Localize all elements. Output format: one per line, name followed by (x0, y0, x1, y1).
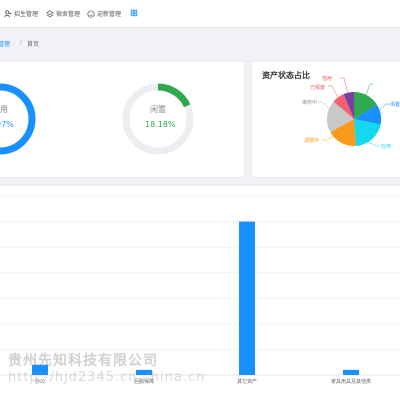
breadcrumb-parent[interactable]: 管理 (0, 39, 10, 48)
gauge-value-idle: 18.18% (145, 120, 176, 129)
breadcrumb-current: 首页 (27, 41, 40, 48)
asset-category-bar-chart: 办公 后勤保障 其它资产 家具用具及其他类 (0, 195, 400, 385)
x-tick-label: 后勤保障 (134, 378, 154, 385)
grid-menu-button[interactable] (130, 9, 138, 17)
nav-item-enrollment[interactable]: 招生管理 (4, 9, 38, 18)
asset-status-pie: 借用 已报废 维修中 调拨中 在用 闲置 (302, 75, 400, 150)
bar-2 (239, 221, 255, 375)
pie-label-idle: 闲置 (390, 101, 400, 108)
bar-0 (32, 364, 48, 375)
gauge-arc-in-use (0, 83, 36, 155)
user-plus-icon (4, 9, 12, 17)
top-navigation: 招生管理 宿舍管理 迎新管理 (0, 0, 400, 28)
x-tick-label: 办公 (35, 378, 45, 385)
breadcrumb-separator: / (20, 39, 23, 46)
pie-label-repair: 维修中 (302, 99, 317, 106)
gauge-value-in-use: 97% (0, 120, 14, 129)
asset-category-chart-card: 办公 后勤保障 其它资产 家具用具及其他类 (0, 186, 400, 400)
nav-item-dormitory-label: 宿舍管理 (56, 11, 81, 18)
x-tick-label: 其它资产 (237, 378, 257, 385)
nav-item-welcome-label: 迎新管理 (97, 11, 122, 18)
pie-label-transfer: 调拨中 (304, 137, 319, 144)
bar-3 (343, 369, 359, 375)
nav-item-dormitory[interactable]: 宿舍管理 (46, 9, 80, 18)
grid-icon (130, 9, 138, 17)
pie-label-scrapped: 已报废 (310, 84, 325, 91)
nav-item-welcome[interactable]: 迎新管理 (87, 9, 121, 18)
layers-icon (46, 9, 54, 17)
usage-gauges-card: 用 97% 闲置 18.18% (0, 62, 244, 177)
gauge-label-in-use: 用 (0, 105, 8, 114)
breadcrumb: 管理 / 首页 (0, 39, 400, 53)
smile-icon (87, 9, 95, 18)
pie-label-borrowed: 借用 (322, 75, 332, 82)
nav-item-enrollment-label: 招生管理 (14, 11, 39, 18)
pie-label-in-use: 在用 (381, 143, 391, 150)
bar-1 (136, 369, 152, 375)
gauge-label-idle: 闲置 (150, 105, 166, 114)
x-tick-label: 家具用具及其他类 (331, 378, 371, 385)
usage-gauges (0, 83, 194, 155)
